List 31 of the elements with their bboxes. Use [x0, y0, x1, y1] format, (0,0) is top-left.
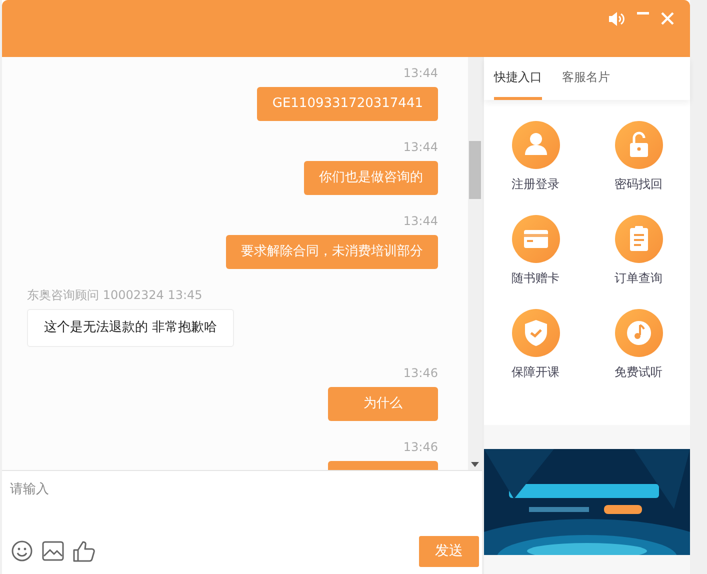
shortcut-label[interactable]: 随书赠卡	[512, 270, 560, 287]
person-icon[interactable]	[512, 121, 560, 169]
speaker-icon[interactable]	[609, 12, 625, 26]
shortcut-label[interactable]: 密码找回	[614, 176, 662, 193]
clipboard-icon[interactable]	[614, 215, 662, 263]
tab[interactable]: 客服名片	[562, 57, 610, 100]
card-icon[interactable]	[512, 215, 560, 263]
padlock-icon[interactable]	[614, 121, 662, 169]
message-time: 13:46	[403, 439, 438, 455]
message-time: 13:44	[403, 65, 438, 81]
music-note-icon[interactable]	[614, 309, 662, 357]
minimize-icon[interactable]	[637, 12, 649, 15]
message-time: 13:44	[403, 139, 438, 155]
thumbs-up-icon[interactable]	[73, 540, 95, 562]
smiley-icon[interactable]	[11, 540, 33, 562]
close-icon[interactable]	[661, 12, 674, 25]
message-bubble: 这个是无法退款的 非常抱歉哈	[27, 309, 234, 347]
message-bubble: 要求解除合同，未消费培训部分	[226, 235, 438, 269]
shortcut-label[interactable]: 免费试听	[614, 364, 662, 381]
message-bubble: 你们也是做咨询的	[304, 161, 438, 195]
scrollbar[interactable]	[468, 57, 482, 470]
sender-info: 东奥咨询顾问 10002324 13:45	[27, 287, 202, 303]
message-time: 13:44	[403, 213, 438, 229]
image-icon[interactable]	[42, 541, 64, 561]
shortcut-label[interactable]: 订单查询	[614, 270, 662, 287]
message-bubble: 为什么	[328, 387, 438, 421]
message-time: 13:46	[403, 365, 438, 381]
shield-check-icon[interactable]	[512, 309, 560, 357]
shortcut-label[interactable]: 保障开课	[512, 364, 560, 381]
shortcut-label[interactable]: 注册登录	[512, 176, 560, 193]
message-bubble: GE1109331720317441	[257, 87, 438, 121]
